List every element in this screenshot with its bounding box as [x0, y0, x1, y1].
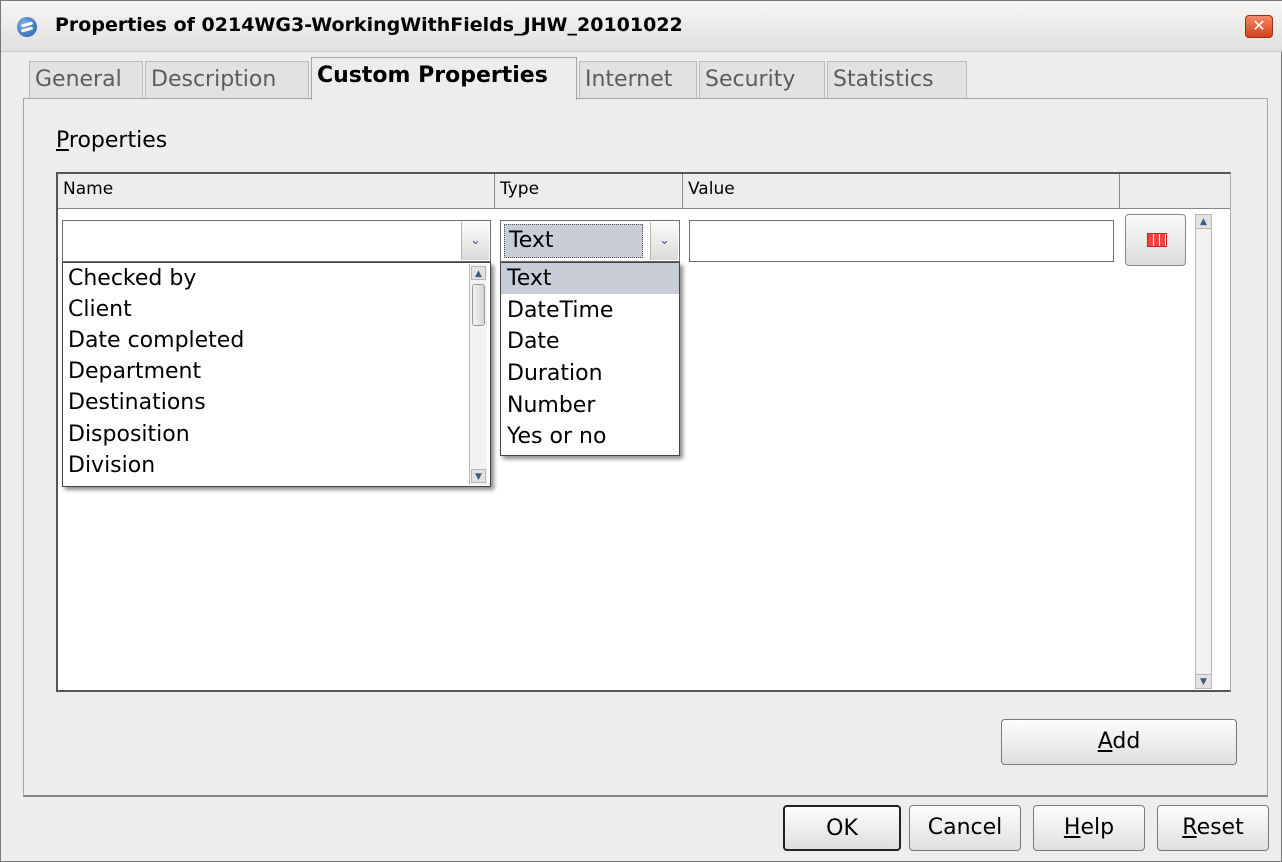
chevron-down-icon: ⌄ — [659, 233, 670, 248]
help-button-label: elp — [1080, 815, 1115, 840]
title-bar[interactable]: Properties of 0214WG3-WorkingWithFields_… — [1, 1, 1282, 52]
name-dropdown-list: Checked by Client Date completed Departm… — [62, 262, 491, 487]
remove-property-button[interactable] — [1125, 214, 1186, 266]
calendar-icon — [1147, 233, 1167, 247]
tab-internet[interactable]: Internet — [579, 61, 697, 99]
properties-dialog: Properties of 0214WG3-WorkingWithFields_… — [0, 0, 1282, 862]
name-list-scrollbar[interactable]: ▲ ▼ — [469, 264, 487, 485]
ok-button[interactable]: OK — [783, 805, 901, 851]
list-item[interactable]: Date — [501, 326, 679, 357]
scroll-thumb[interactable] — [472, 284, 485, 326]
reset-button[interactable]: Reset — [1157, 805, 1269, 851]
column-header-type[interactable]: Type — [495, 174, 683, 209]
scroll-up-arrow[interactable]: ▲ — [1196, 215, 1211, 229]
list-item[interactable]: Department — [68, 356, 201, 387]
column-header-blank — [1120, 174, 1230, 209]
list-item[interactable]: DateTime — [501, 295, 679, 326]
list-item[interactable]: Date completed — [68, 325, 244, 356]
chevron-down-icon: ⌄ — [470, 233, 481, 248]
scroll-down-arrow[interactable]: ▼ — [1196, 674, 1211, 688]
add-button-mnemonic: A — [1097, 729, 1113, 754]
type-dropdown-button[interactable]: ⌄ — [650, 222, 678, 260]
table-header: Name Type Value — [58, 174, 1230, 209]
tab-security[interactable]: Security — [699, 61, 825, 99]
list-item[interactable]: Number — [501, 390, 679, 421]
list-item[interactable]: Division — [68, 450, 155, 481]
property-name-combobox[interactable]: ⌄ — [62, 220, 491, 262]
close-button[interactable]: ✕ — [1245, 15, 1273, 38]
list-item[interactable]: Destinations — [68, 387, 206, 418]
column-header-name[interactable]: Name — [58, 174, 495, 209]
property-type-combobox[interactable]: Text ⌄ — [500, 220, 680, 262]
property-type-selected: Text — [504, 224, 643, 258]
window-title: Properties of 0214WG3-WorkingWithFields_… — [55, 14, 683, 36]
tab-description[interactable]: Description — [145, 61, 309, 99]
tab-statistics[interactable]: Statistics — [827, 61, 967, 99]
list-item[interactable]: Yes or no — [501, 421, 679, 452]
table-scrollbar[interactable]: ▲ ▼ — [1195, 214, 1212, 689]
cancel-button[interactable]: Cancel — [909, 805, 1021, 851]
column-header-value[interactable]: Value — [683, 174, 1120, 209]
list-item[interactable]: Client — [68, 294, 132, 325]
add-button[interactable]: Add — [1001, 719, 1237, 765]
help-button[interactable]: Help — [1033, 805, 1145, 851]
reset-button-mnemonic: R — [1182, 815, 1197, 840]
list-item[interactable]: Disposition — [68, 419, 190, 450]
list-item[interactable]: Duration — [501, 358, 679, 389]
app-icon — [17, 17, 37, 37]
properties-label-mnemonic: P — [56, 128, 69, 153]
list-item[interactable]: Text — [501, 263, 679, 294]
add-button-label: dd — [1112, 729, 1141, 754]
scroll-down-arrow[interactable]: ▼ — [471, 469, 486, 483]
tab-custom-properties[interactable]: Custom Properties — [311, 57, 577, 100]
properties-label-text: roperties — [68, 128, 168, 153]
scroll-up-arrow[interactable]: ▲ — [471, 266, 486, 280]
name-dropdown-button[interactable]: ⌄ — [461, 222, 489, 260]
type-dropdown-list: Text DateTime Date Duration Number Yes o… — [500, 262, 680, 456]
list-item[interactable]: Checked by — [68, 263, 196, 294]
tab-general[interactable]: General — [29, 61, 143, 99]
help-button-mnemonic: H — [1063, 815, 1081, 840]
reset-button-label: eset — [1196, 815, 1244, 840]
properties-label: Properties — [56, 128, 167, 153]
property-value-field[interactable] — [689, 220, 1114, 262]
